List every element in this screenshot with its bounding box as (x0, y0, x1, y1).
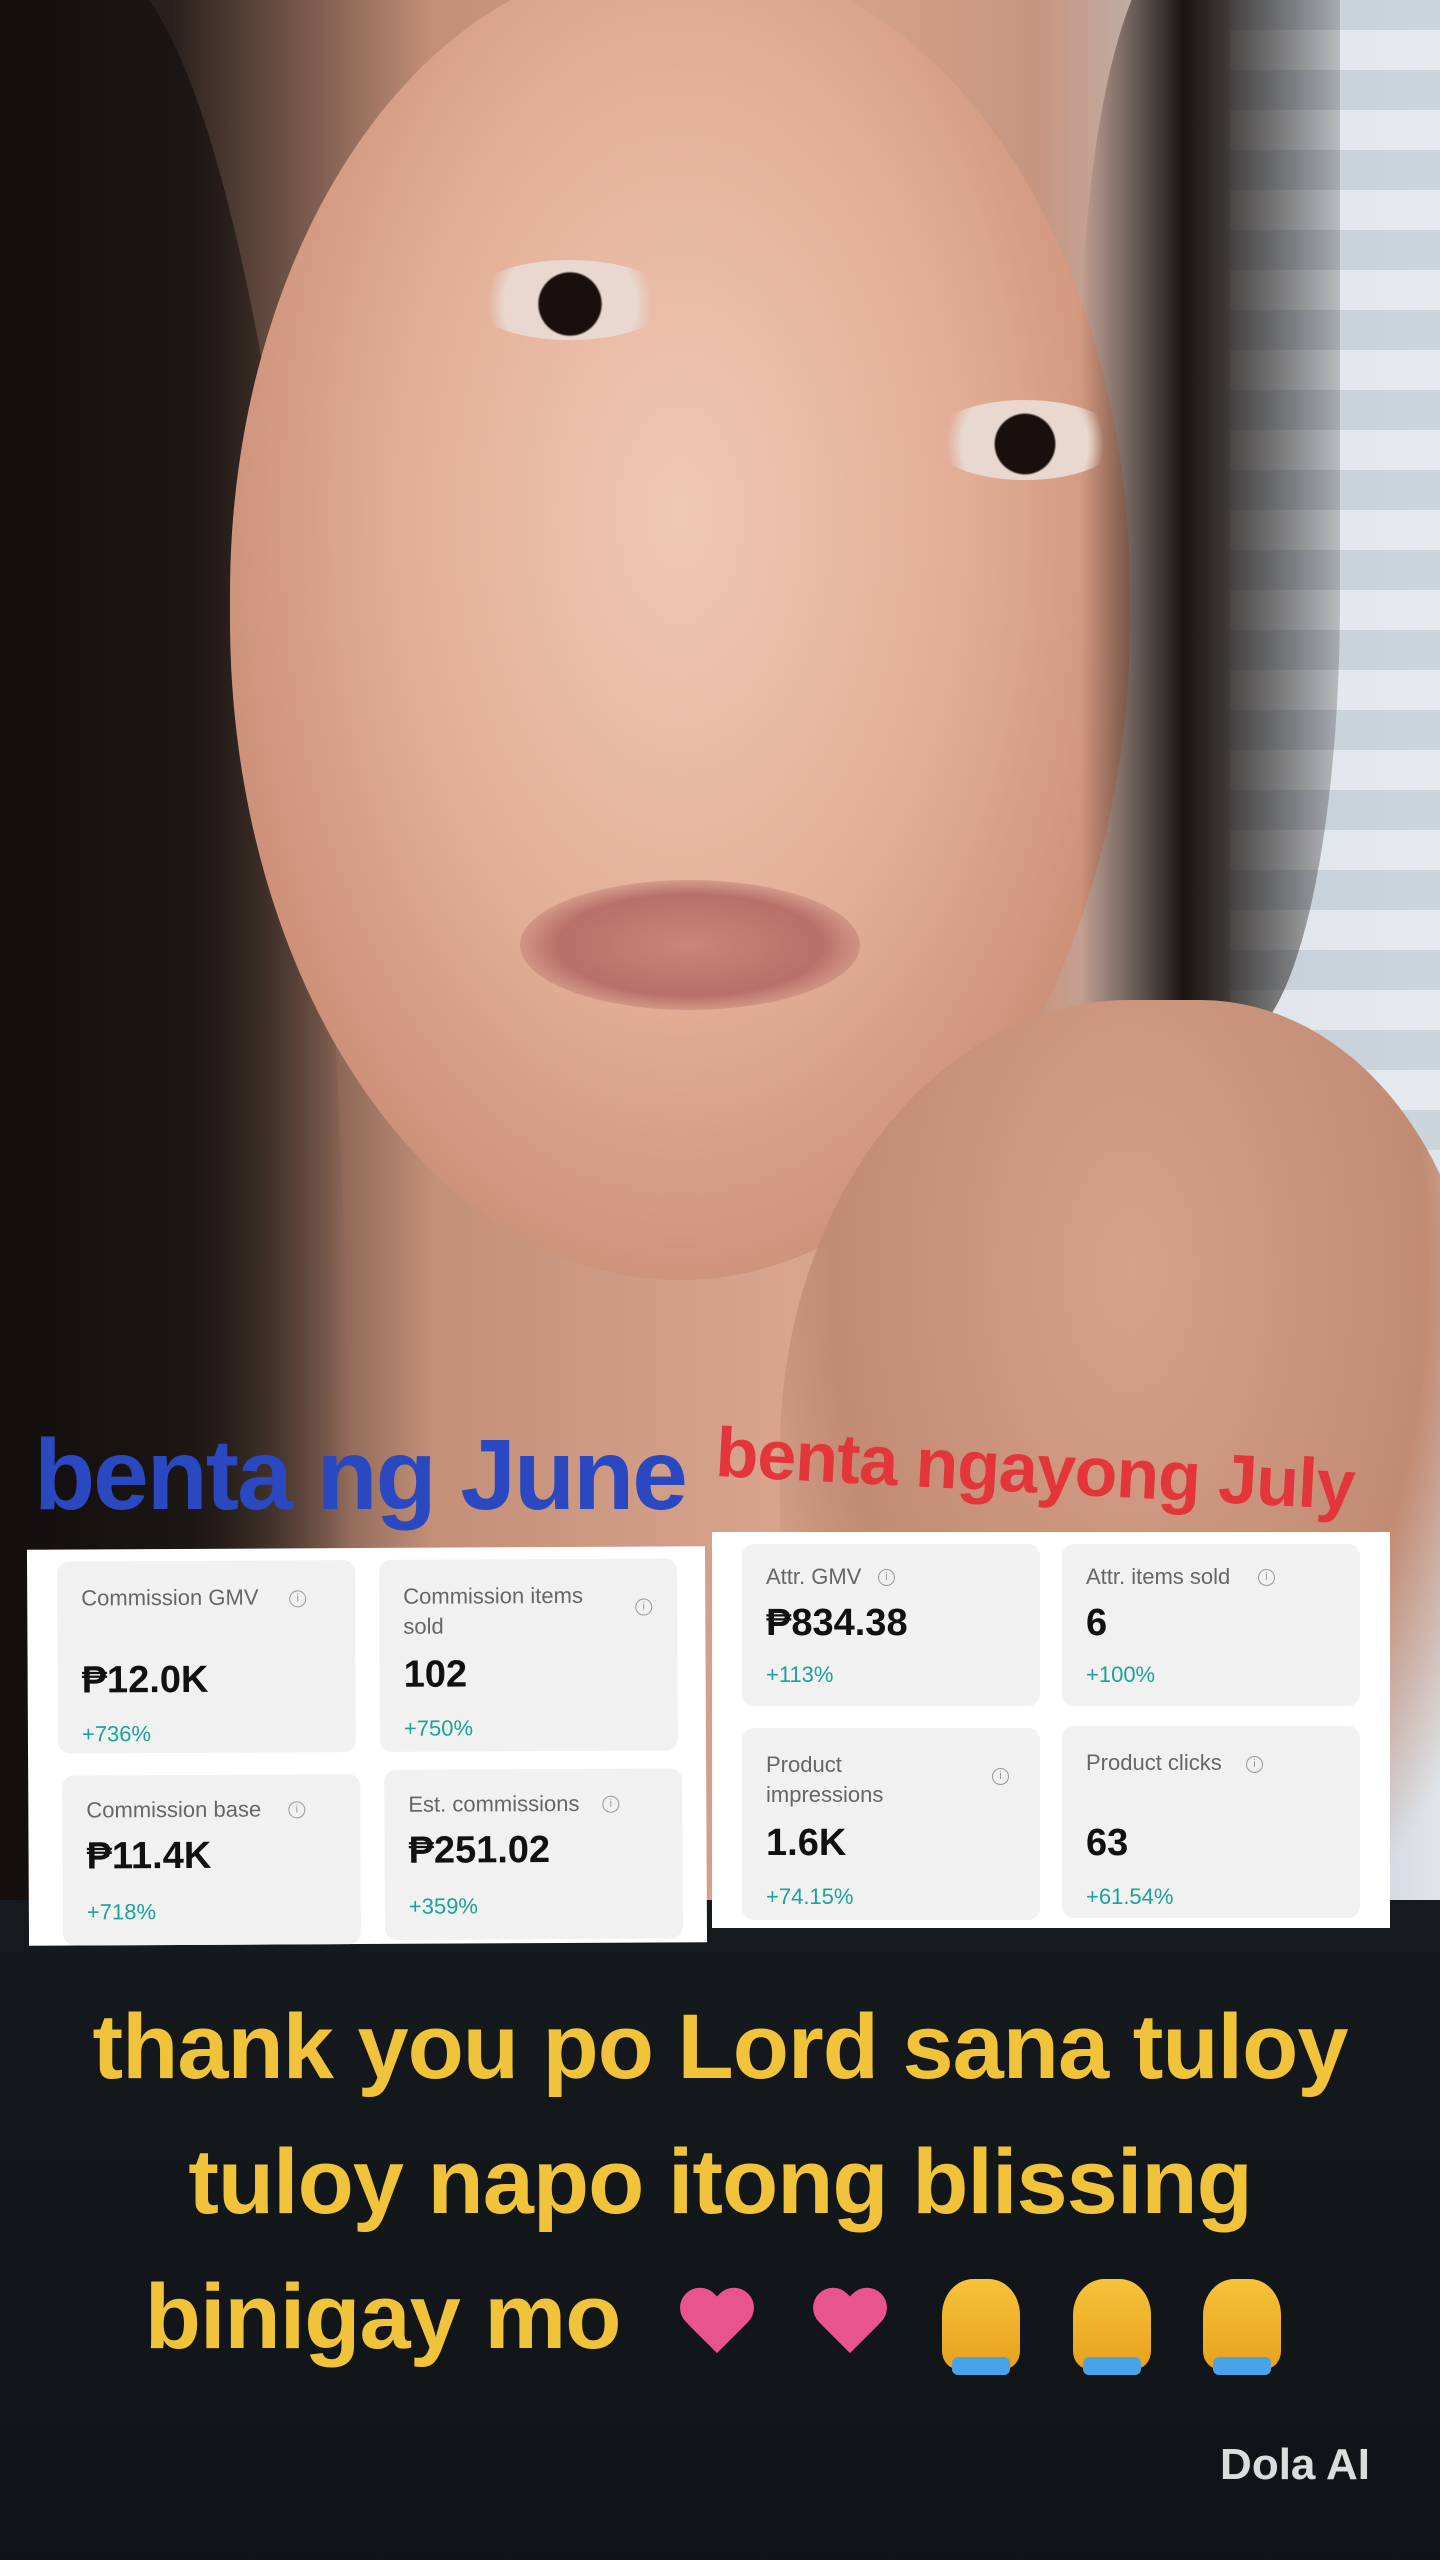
emoji-row (663, 2250, 1295, 2385)
stat-card: Commission base i ₱11.4K +718% (62, 1774, 362, 1946)
stat-label: Attr. items sold (1086, 1564, 1231, 1589)
heart-icon (810, 2289, 890, 2359)
stat-value: ₱834.38 (766, 1602, 908, 1644)
stat-label: Commission base (86, 1796, 262, 1823)
stat-label: Product clicks (1086, 1750, 1222, 1775)
praying-hands-icon (1203, 2278, 1282, 2375)
stat-label: Commission items sold (403, 1582, 583, 1639)
stat-value: 63 (1086, 1822, 1129, 1864)
info-icon[interactable]: i (992, 1768, 1009, 1785)
hair-right (1080, 0, 1340, 1040)
info-icon[interactable]: i (288, 1801, 306, 1819)
stat-value: 6 (1086, 1602, 1108, 1644)
eye-left (470, 260, 670, 340)
stat-card: Product impressions i 1.6K +74.15% (742, 1728, 1040, 1920)
watermark: Dola AI (1220, 2440, 1370, 2489)
stat-value: 1.6K (766, 1822, 847, 1864)
july-stats-panel: Attr. GMV i ₱834.38 +113% Attr. items so… (712, 1532, 1390, 1928)
stat-delta: +359% (408, 1893, 479, 1919)
stat-delta: +113% (766, 1662, 834, 1687)
caption-line-with-emojis: binigay mo (0, 2250, 1440, 2385)
stat-label: Product impressions (766, 1752, 884, 1807)
info-icon[interactable]: i (878, 1569, 895, 1586)
june-stats-panel: Commission GMV i ₱12.0K +736% Commission… (26, 1546, 708, 1946)
stat-delta: +74.15% (766, 1884, 854, 1909)
stat-value: ₱251.02 (408, 1829, 551, 1872)
info-icon[interactable]: i (1246, 1756, 1263, 1773)
stat-card: Product clicks i 63 +61.54% (1062, 1726, 1360, 1918)
stat-label: Commission GMV (81, 1584, 259, 1611)
stat-card: Attr. GMV i ₱834.38 +113% (742, 1544, 1040, 1706)
stat-value: 102 (403, 1653, 468, 1696)
stat-delta: +736% (81, 1721, 152, 1747)
caption-line: thank you po Lord sana tuloy (92, 1996, 1349, 2098)
caption-line: tuloy napo itong blissing (188, 2131, 1253, 2233)
lips (520, 880, 860, 1010)
info-icon[interactable]: i (602, 1795, 620, 1813)
stat-label: Attr. GMV (766, 1564, 862, 1589)
stat-label: Est. commissions (408, 1790, 580, 1817)
stat-delta: +100% (1086, 1662, 1156, 1687)
caption-june: benta ng June (34, 1419, 688, 1531)
info-icon[interactable]: i (289, 1590, 307, 1608)
bottom-caption: thank you po Lord sana tuloy tuloy napo … (0, 1980, 1440, 2385)
heart-icon (677, 2289, 757, 2359)
stat-card: Attr. items sold i 6 +100% (1062, 1544, 1360, 1706)
stat-delta: +61.54% (1086, 1884, 1174, 1909)
praying-hands-icon (1072, 2278, 1151, 2375)
stat-value: ₱11.4K (86, 1834, 212, 1878)
praying-hands-icon (942, 2278, 1021, 2375)
stat-card: Commission GMV i ₱12.0K +736% (57, 1560, 357, 1754)
eye-right (930, 400, 1120, 480)
stat-value: ₱12.0K (81, 1658, 209, 1702)
stat-delta: +718% (86, 1899, 157, 1925)
stat-delta: +750% (403, 1715, 474, 1741)
info-icon[interactable]: i (635, 1598, 653, 1616)
info-icon[interactable]: i (1258, 1569, 1275, 1586)
caption-line: binigay mo (144, 2266, 622, 2368)
stat-card: Est. commissions i ₱251.02 +359% (384, 1768, 684, 1940)
stat-card: Commission items sold i 102 +750% (379, 1558, 679, 1752)
